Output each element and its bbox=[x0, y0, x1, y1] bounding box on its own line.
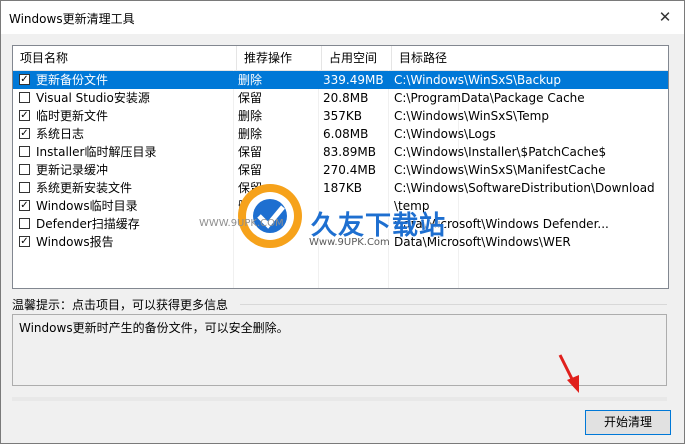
cell-path: \temp bbox=[394, 199, 430, 213]
cell-size: 339.49MB bbox=[323, 73, 384, 87]
cell-action: 删除 bbox=[238, 73, 263, 87]
column-header-path[interactable]: 目标路径 bbox=[392, 46, 668, 70]
title-bar: Windows更新清理工具 ✕ bbox=[1, 1, 684, 34]
start-clean-button[interactable]: 开始清理 bbox=[585, 410, 671, 435]
cell-name: Visual Studio安装源 bbox=[36, 91, 150, 105]
cell-path: C:\Windows\WinSxS\ManifestCache bbox=[394, 163, 606, 177]
cell-name: 更新记录缓冲 bbox=[36, 163, 109, 177]
row-checkbox[interactable]: ✓ bbox=[19, 128, 30, 139]
red-arrow-icon bbox=[558, 354, 579, 393]
cell-name: 系统更新安装文件 bbox=[36, 181, 133, 195]
cell-size: 83.89MB bbox=[323, 145, 376, 159]
column-header-action[interactable]: 推荐操作 bbox=[237, 46, 322, 70]
cell-path: C:\Windows\WinSxS\Temp bbox=[394, 109, 549, 123]
column-header-size[interactable]: 占用空间 bbox=[322, 46, 392, 70]
cell-action: 保留 bbox=[238, 181, 263, 195]
cell-name: Installer临时解压目录 bbox=[36, 145, 157, 159]
cell-name: 系统日志 bbox=[36, 127, 85, 141]
cell-name: Windows报告 bbox=[36, 235, 114, 249]
cell-action: 删除 bbox=[238, 127, 263, 141]
cell-size: 20.8MB bbox=[323, 91, 369, 105]
row-checkbox[interactable]: ✓ bbox=[19, 200, 30, 211]
list-header: 项目名称 推荐操作 占用空间 目标路径 bbox=[13, 46, 668, 71]
row-checkbox[interactable]: ✓ bbox=[19, 74, 30, 85]
cell-path: C:\ProgramData\Package Cache bbox=[394, 91, 585, 105]
row-checkbox[interactable]: ✓ bbox=[19, 236, 30, 247]
cleanup-list[interactable]: 项目名称 推荐操作 占用空间 目标路径 ✓ 更新备份文件 删除 339.49MB C:\… bbox=[12, 45, 669, 289]
row-checkbox[interactable]: ✓ bbox=[19, 110, 30, 121]
row-checkbox[interactable] bbox=[19, 164, 30, 175]
cell-size: 6.08MB bbox=[323, 127, 369, 141]
row-checkbox[interactable] bbox=[19, 146, 30, 157]
cell-action: 删除 bbox=[238, 199, 263, 213]
window-title: Windows更新清理工具 bbox=[9, 12, 135, 26]
table-row[interactable]: ✓ Windows报告 Data\Microsoft\Windows\WER bbox=[13, 233, 668, 251]
cell-path: C:\Windows\Logs bbox=[394, 127, 496, 141]
column-header-name[interactable]: 项目名称 bbox=[13, 46, 237, 70]
cell-size bbox=[323, 215, 391, 233]
row-checkbox[interactable] bbox=[19, 218, 30, 229]
group-divider bbox=[240, 304, 667, 305]
status-strip bbox=[12, 397, 667, 401]
table-row[interactable]: ✓ 临时更新文件 删除 357KB C:\Windows\WinSxS\Temp bbox=[13, 107, 668, 125]
cell-size: 187KB bbox=[323, 181, 363, 195]
cell-action: 保留 bbox=[238, 163, 263, 177]
cell-action: 保留 bbox=[238, 91, 263, 105]
table-row[interactable]: ✓ 更新备份文件 删除 339.49MB C:\Windows\WinSxS\Backu… bbox=[13, 71, 668, 89]
cell-name: Defender扫描缓存 bbox=[36, 217, 140, 231]
cell-size bbox=[323, 197, 391, 215]
tips-label: 温馨提示：点击项目，可以获得更多信息 bbox=[12, 298, 229, 312]
cell-name: Windows临时目录 bbox=[36, 199, 138, 213]
cell-path: C:\Windows\Installer\$PatchCache$ bbox=[394, 145, 607, 159]
cell-action bbox=[238, 233, 316, 251]
app-window: Windows更新清理工具 ✕ 项目名称 推荐操作 占用空间 目标路径 ✓ 更新备… bbox=[0, 0, 685, 444]
cell-path: C:\Windows\SoftwareDistribution\Download bbox=[394, 181, 655, 195]
row-checkbox[interactable] bbox=[19, 182, 30, 193]
cell-size bbox=[323, 233, 391, 251]
cell-action: 删除 bbox=[238, 109, 263, 123]
cell-path: Data\Microsoft\Windows\WER bbox=[394, 235, 571, 249]
cell-action: 保留 bbox=[238, 145, 263, 159]
close-icon[interactable]: ✕ bbox=[650, 2, 680, 32]
cell-name: 临时更新文件 bbox=[36, 109, 109, 123]
table-row[interactable]: ✓ Windows临时目录 删除 \temp bbox=[13, 197, 668, 215]
table-row[interactable]: 系统更新安装文件 保留 187KB C:\Windows\SoftwareDistri… bbox=[13, 179, 668, 197]
row-checkbox[interactable] bbox=[19, 92, 30, 103]
table-row[interactable]: 更新记录缓冲 保留 270.4MB C:\Windows\WinSxS\Manifes… bbox=[13, 161, 668, 179]
table-row[interactable]: ✓ 系统日志 删除 6.08MB C:\Windows\Logs bbox=[13, 125, 668, 143]
cell-name: 更新备份文件 bbox=[36, 73, 109, 87]
cell-action bbox=[238, 215, 316, 233]
cell-size: 270.4MB bbox=[323, 163, 376, 177]
table-row[interactable]: Installer临时解压目录 保留 83.89MB C:\Windows\Insta… bbox=[13, 143, 668, 161]
table-row[interactable]: Visual Studio安装源 保留 20.8MB C:\ProgramData\P… bbox=[13, 89, 668, 107]
cell-path: C:\Windows\WinSxS\Backup bbox=[394, 73, 561, 87]
table-row[interactable]: Defender扫描缓存 Data\Microsoft\Windows Defen… bbox=[13, 215, 668, 233]
cell-path: Data\Microsoft\Windows Defender... bbox=[394, 217, 609, 231]
cell-size: 357KB bbox=[323, 109, 363, 123]
